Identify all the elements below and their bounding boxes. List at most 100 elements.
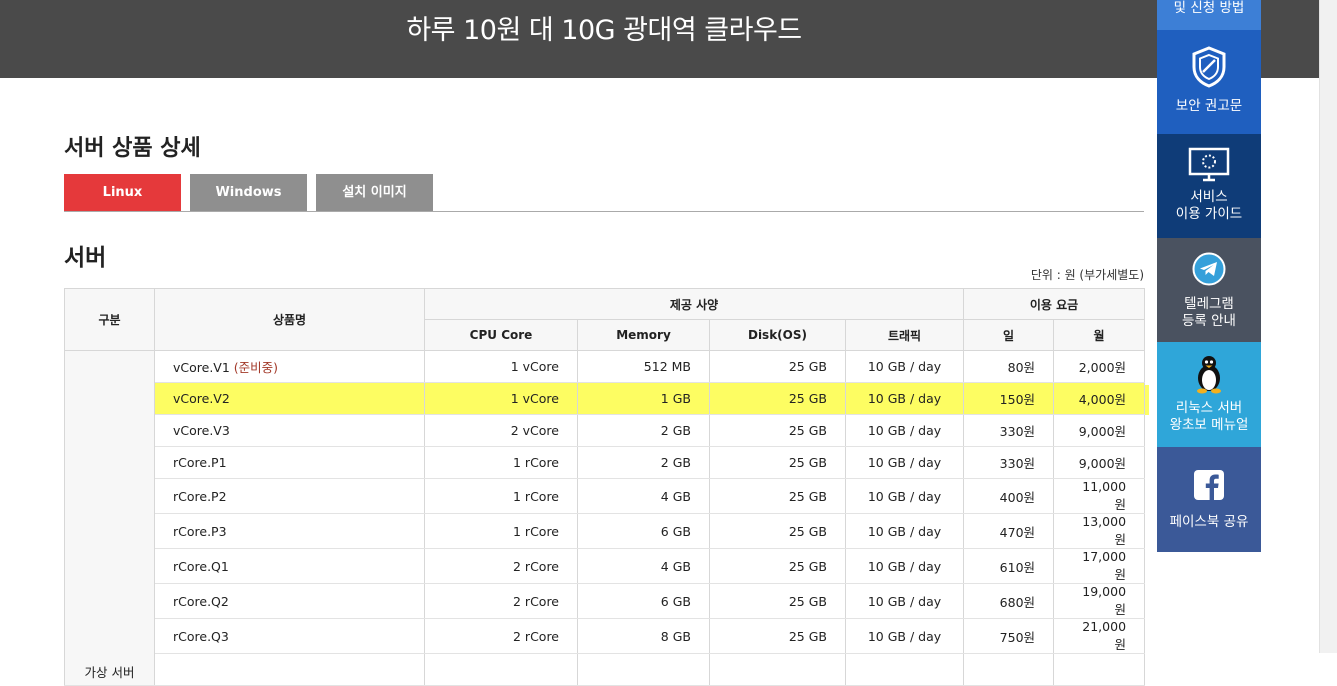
tab-install-image[interactable]: 설치 이미지 xyxy=(316,174,433,211)
side-item-label: 페이스북 공유 xyxy=(1169,514,1249,530)
tab-windows[interactable]: Windows xyxy=(190,174,307,211)
disk-cell: 25 GB xyxy=(709,548,846,584)
subsection-title: 서버 xyxy=(64,245,107,271)
section-title: 서버 상품 상세 xyxy=(64,136,201,161)
cpu-cell: 2 vCore xyxy=(424,414,578,447)
table-row: 가상 서버 vCore.V1 (준비중) 1 vCore 512 MB 25 G… xyxy=(64,350,1146,686)
month-price-cell: 9,000원 xyxy=(1053,446,1146,479)
product-name: vCore.V3 xyxy=(154,414,425,447)
traffic-cell: 10 GB / day xyxy=(844,548,965,584)
table-row: vCore.V3 2 vCore 2 GB 25 GB 10 GB / day … xyxy=(65,414,1146,447)
disk-cell: 25 GB xyxy=(709,350,846,383)
table-row: rCore.Q1 2 rCore 4 GB 25 GB 10 GB / day … xyxy=(65,548,1146,584)
monitor-icon xyxy=(1157,134,1261,183)
product-name: rCore.Q1 xyxy=(154,548,425,584)
header-traffic: 트래픽 xyxy=(844,319,965,351)
side-item-label-line2: 왕초보 메뉴얼 xyxy=(1169,417,1249,433)
product-name: rCore.P3 xyxy=(154,513,425,549)
disk-cell: 25 GB xyxy=(709,513,846,549)
memory-cell: 4 GB xyxy=(577,548,710,584)
traffic-cell: 10 GB / day xyxy=(844,618,965,654)
traffic-cell: 10 GB / day xyxy=(844,446,965,479)
memory-cell: 6 GB xyxy=(577,513,710,549)
traffic-cell: 10 GB / day xyxy=(844,414,965,447)
month-price-cell: 2,000원 xyxy=(1053,350,1146,383)
category-cell: 가상 서버 xyxy=(64,350,155,686)
side-item-facebook-share[interactable]: 페이스북 공유 xyxy=(1157,447,1261,552)
disk-cell: 25 GB xyxy=(709,414,846,447)
facebook-icon xyxy=(1157,447,1261,501)
table-row: rCore.Q2 2 rCore 6 GB 25 GB 10 GB / day … xyxy=(65,583,1146,619)
tab-divider xyxy=(64,211,1144,212)
day-price-cell: 680원 xyxy=(963,583,1055,619)
header-price-group: 이용 요금 xyxy=(963,288,1146,320)
side-item-security-notice[interactable]: 보안 권고문 xyxy=(1157,30,1261,134)
side-item-label-line1: 텔레그램 xyxy=(1184,296,1234,312)
side-item-label: 및 신청 방법 xyxy=(1173,0,1245,16)
side-item-label: 보안 권고문 xyxy=(1175,98,1243,114)
side-item-service-guide[interactable]: 서비스 이용 가이드 xyxy=(1157,134,1261,238)
cpu-cell: 1 vCore xyxy=(424,382,578,415)
memory-cell: 1 GB xyxy=(577,382,710,415)
memory-cell: 2 GB xyxy=(577,414,710,447)
product-name: rCore.Q3 xyxy=(154,618,425,654)
table-row-partial xyxy=(65,653,1146,686)
day-price-cell: 150원 xyxy=(963,382,1055,415)
traffic-cell: 10 GB / day xyxy=(844,513,965,549)
month-price-cell: 19,000원 xyxy=(1053,583,1146,619)
disk-cell: 25 GB xyxy=(709,382,846,415)
side-item-label-line1: 리눅스 서버 xyxy=(1175,400,1243,416)
cpu-cell: 1 rCore xyxy=(424,478,578,514)
month-price-cell: 21,000원 xyxy=(1053,618,1146,654)
product-name: vCore.V2 xyxy=(154,382,425,415)
cpu-cell: 1 rCore xyxy=(424,513,578,549)
month-price-cell: 11,000원 xyxy=(1053,478,1146,514)
memory-cell: 2 GB xyxy=(577,446,710,479)
disk-cell: 25 GB xyxy=(709,478,846,514)
day-price-cell: 330원 xyxy=(963,414,1055,447)
day-price-cell: 610원 xyxy=(963,548,1055,584)
product-name: vCore.V1 (준비중) xyxy=(154,350,425,383)
header-cpu: CPU Core xyxy=(424,319,578,351)
table-row: rCore.P2 1 rCore 4 GB 25 GB 10 GB / day … xyxy=(65,478,1146,514)
cpu-cell: 2 rCore xyxy=(424,548,578,584)
header-spec-group: 제공 사양 xyxy=(423,288,965,320)
side-item-telegram-guide[interactable]: 텔레그램 등록 안내 xyxy=(1157,238,1261,342)
month-price-cell: 4,000원 xyxy=(1053,382,1146,415)
scrollbar[interactable] xyxy=(1319,0,1337,653)
header-category: 구분 xyxy=(64,288,155,351)
day-price-cell: 80원 xyxy=(963,350,1055,383)
product-name: rCore.P2 xyxy=(154,478,425,514)
product-name: rCore.P1 xyxy=(154,446,425,479)
unit-note: 단위 : 원 (부가세별도) xyxy=(1030,268,1144,282)
header-day: 일 xyxy=(963,319,1055,351)
traffic-cell: 10 GB / day xyxy=(844,382,965,415)
month-price-cell: 17,000원 xyxy=(1053,548,1146,584)
banner-title: 하루 10원 대 10G 광대역 클라우드 xyxy=(406,15,802,46)
cpu-cell: 1 vCore xyxy=(424,350,578,383)
header-product: 상품명 xyxy=(154,288,425,351)
top-banner: 하루 10원 대 10G 광대역 클라우드 xyxy=(0,0,1337,78)
day-price-cell: 470원 xyxy=(963,513,1055,549)
traffic-cell: 10 GB / day xyxy=(844,583,965,619)
side-item-linux-manual[interactable]: 리눅스 서버 왕초보 메뉴얼 xyxy=(1157,342,1261,447)
month-price-cell: 9,000원 xyxy=(1053,414,1146,447)
header-memory: Memory xyxy=(577,319,710,351)
shield-icon xyxy=(1157,30,1261,89)
side-item-label-line1: 서비스 xyxy=(1190,189,1228,205)
side-item-apply-method[interactable]: 및 신청 방법 xyxy=(1157,0,1261,30)
product-name: rCore.Q2 xyxy=(154,583,425,619)
table-row-highlighted: vCore.V2 1 vCore 1 GB 25 GB 10 GB / day … xyxy=(65,382,1146,415)
day-price-cell: 400원 xyxy=(963,478,1055,514)
traffic-cell: 10 GB / day xyxy=(844,478,965,514)
day-price-cell: 750원 xyxy=(963,618,1055,654)
disk-cell: 25 GB xyxy=(709,583,846,619)
header-disk: Disk(OS) xyxy=(709,319,846,351)
cpu-cell: 2 rCore xyxy=(424,618,578,654)
linux-penguin-icon xyxy=(1157,342,1261,394)
memory-cell: 512 MB xyxy=(577,350,710,383)
server-price-table: 구분 상품명 제공 사양 이용 요금 CPU Core Memory Disk(… xyxy=(64,288,1146,686)
disk-cell: 25 GB xyxy=(709,618,846,654)
tab-linux[interactable]: Linux xyxy=(64,174,181,211)
memory-cell: 6 GB xyxy=(577,583,710,619)
